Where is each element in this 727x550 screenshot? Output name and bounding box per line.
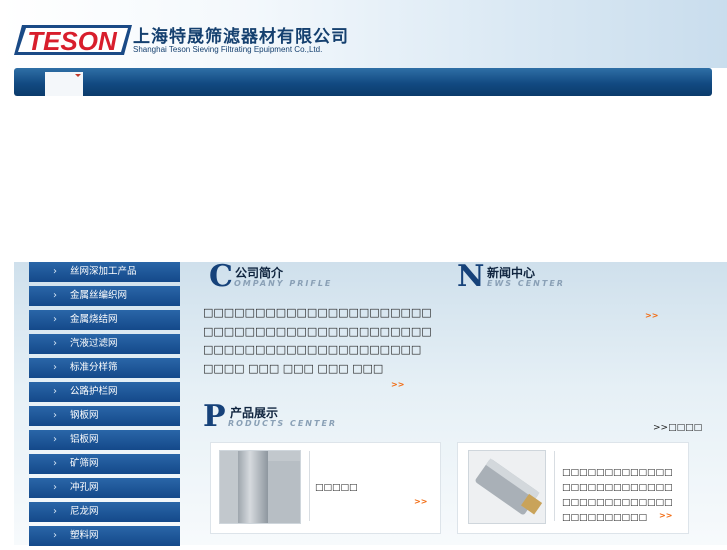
product-more-link[interactable]: >> [414, 497, 427, 506]
company-heading-en: OMPANY PRIFLE [234, 279, 333, 288]
sidebar-item[interactable]: › 冲孔网 [29, 478, 180, 498]
sidebar-item-label: 矿筛网 [70, 458, 99, 469]
news-section-header: N 新闻中心 EWS CENTER [457, 262, 677, 294]
sidebar-item[interactable]: › 汽液过滤网 [29, 334, 180, 354]
company-intro-text: □□□□□□□□□□□□□□□□□□□□□□□□□□□□□□□□□□□□□□□□… [203, 306, 432, 375]
sidebar-item-label: 金属烧结网 [70, 314, 118, 325]
sidebar-item[interactable]: › 丝网深加工产品 [29, 262, 180, 282]
card-divider [554, 451, 555, 521]
sidebar-item[interactable]: › 标准分样筛 [29, 358, 180, 378]
sidebar-item[interactable]: › 公路护栏网 [29, 382, 180, 402]
sidebar-item[interactable]: › 钢板网 [29, 406, 180, 426]
news-heading-en: EWS CENTER [487, 279, 565, 288]
product-card[interactable]: □□□□□ >> [210, 442, 441, 534]
main-nav-bar [14, 68, 712, 96]
products-more-link[interactable]: >>□□□□ [653, 423, 702, 433]
company-name-en: Shanghai Teson Sieving Filtrating Epuipm… [133, 45, 323, 54]
sidebar-item[interactable]: › 塑料网 [29, 526, 180, 546]
chevron-right-icon: › [53, 314, 57, 325]
sidebar-item-label: 汽液过滤网 [70, 338, 118, 349]
chevron-right-icon: › [53, 482, 57, 493]
logo-text: TESON [27, 26, 118, 56]
sidebar-item-label: 冲孔网 [70, 482, 99, 493]
chevron-right-icon: › [53, 290, 57, 301]
news-heading-letter: N [457, 259, 485, 294]
sidebar-item-label: 丝网深加工产品 [70, 266, 137, 277]
sidebar-item[interactable]: › 尼龙网 [29, 502, 180, 522]
sidebar-item-label: 钢板网 [70, 410, 99, 421]
company-more-link[interactable]: >> [391, 380, 404, 389]
chevron-right-icon: › [53, 434, 57, 445]
product-image[interactable] [468, 450, 546, 524]
chevron-right-icon: › [53, 410, 57, 421]
products-heading-en: RODUCTS CENTER [228, 419, 338, 428]
product-category-sidebar: › 丝网深加工产品 › 金属丝编织网 › 金属烧结网 › 汽液过滤网 › 标准分样筛 › 公… [29, 262, 180, 550]
sidebar-item[interactable]: › 金属烧结网 [29, 310, 180, 330]
products-heading-letter: P [203, 399, 226, 434]
product-image[interactable] [219, 450, 301, 524]
sidebar-item[interactable]: › 铝板网 [29, 430, 180, 450]
sidebar-item[interactable]: › 矿筛网 [29, 454, 180, 474]
chevron-right-icon: › [53, 266, 57, 277]
chevron-right-icon: › [53, 386, 57, 397]
product-card[interactable]: □□□□□□□□□□□□□□□□□□□□□□□□□□□□□□□□□□□□□□□□… [457, 442, 689, 534]
chevron-down-icon [75, 74, 81, 77]
company-section-header: C 公司简介 OMPANY PRIFLE [209, 262, 429, 294]
product-name[interactable]: □□□□□ [315, 481, 425, 496]
chevron-right-icon: › [53, 362, 57, 373]
sidebar-item-label: 尼龙网 [70, 506, 99, 517]
sidebar-item[interactable]: › 金属丝编织网 [29, 286, 180, 306]
company-name-cn: 上海特晟筛滤器材有限公司 [133, 27, 349, 47]
sidebar-item-label: 公路护栏网 [70, 386, 118, 397]
sidebar-item-label: 标准分样筛 [70, 362, 118, 373]
news-more-link[interactable]: >> [645, 311, 658, 320]
chevron-right-icon: › [53, 506, 57, 517]
site-header: TESON 上海特晟筛滤器材有限公司 Shanghai Teson Sievin… [0, 0, 727, 68]
chevron-right-icon: › [53, 338, 57, 349]
company-heading-letter: C [209, 259, 233, 294]
teson-logo[interactable]: TESON [14, 22, 132, 58]
chevron-right-icon: › [53, 458, 57, 469]
nav-dropdown-tab[interactable] [45, 72, 83, 96]
sidebar-item-label: 塑料网 [70, 530, 99, 541]
sidebar-item-label: 金属丝编织网 [70, 290, 128, 301]
products-section-header: P 产品展示 RODUCTS CENTER [203, 402, 423, 434]
chevron-right-icon: › [53, 530, 57, 541]
card-divider [309, 451, 310, 521]
product-more-link[interactable]: >> [659, 511, 672, 520]
sidebar-item-label: 铝板网 [70, 434, 99, 445]
